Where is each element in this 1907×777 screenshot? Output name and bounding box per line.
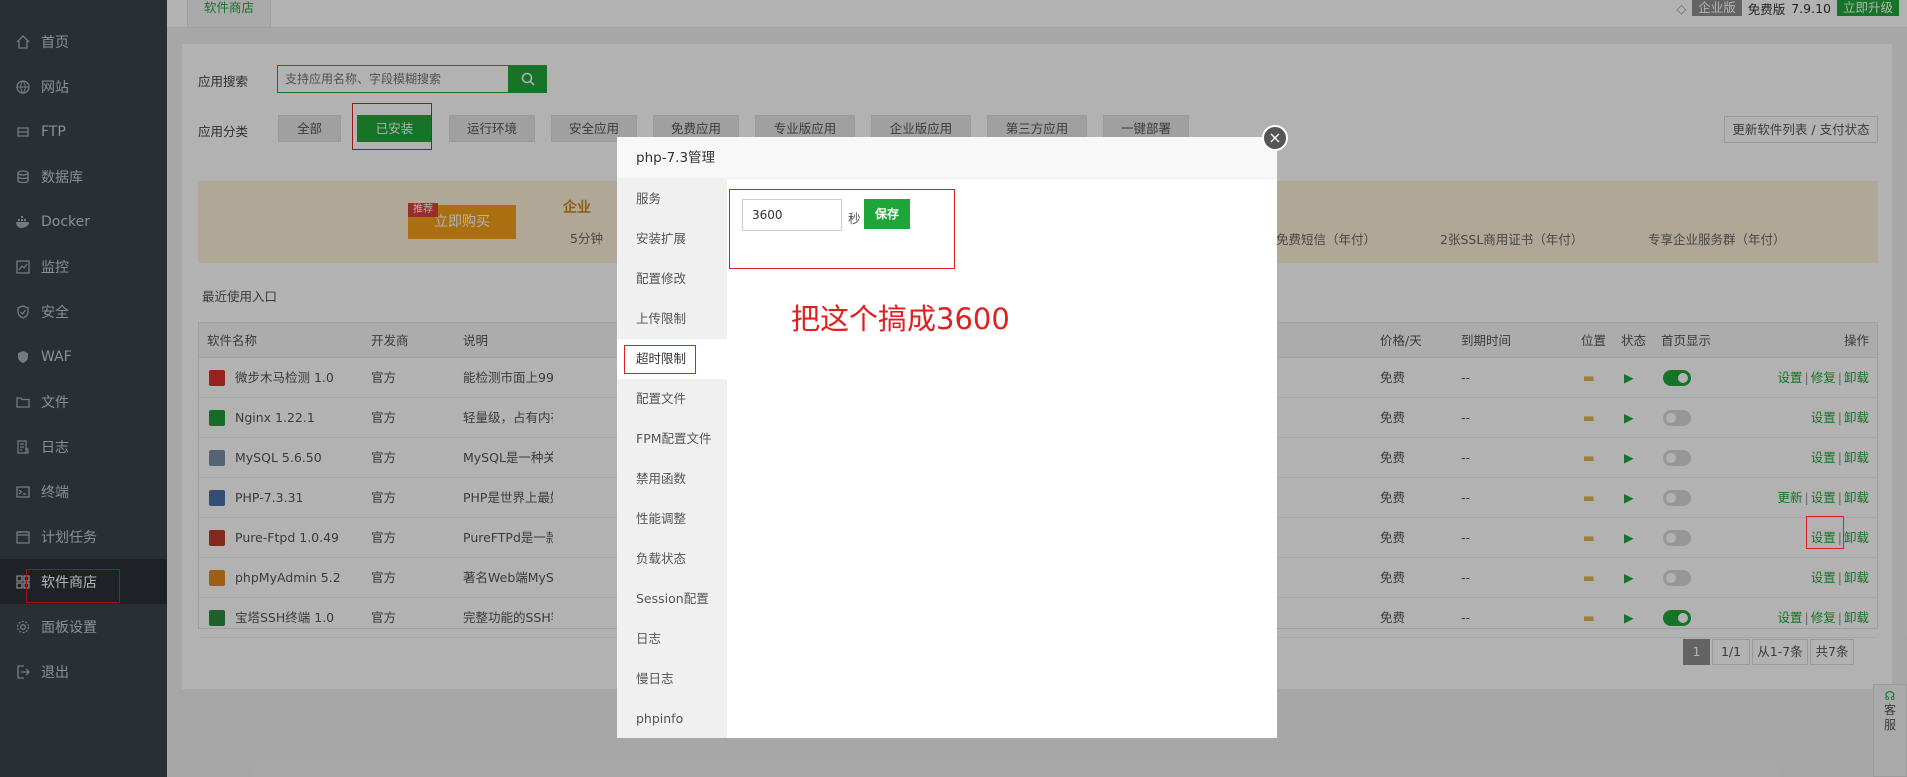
- modal-menu-item[interactable]: 性能调整: [617, 499, 727, 539]
- modal-menu-item[interactable]: 超时限制: [617, 339, 727, 379]
- modal-menu-item[interactable]: 服务: [617, 179, 727, 219]
- modal-menu-item[interactable]: 安装扩展: [617, 219, 727, 259]
- modal-menu-item[interactable]: FPM配置文件: [617, 419, 727, 459]
- modal-menu-item[interactable]: 负载状态: [617, 539, 727, 579]
- save-button[interactable]: 保存: [864, 199, 910, 229]
- php-manage-modal: php-7.3管理 服务 安装扩展 配置修改 上传限制 超时限制 配置文件 FPM配置文件禁…: [617, 137, 1277, 738]
- modal-menu-item[interactable]: 慢日志: [617, 659, 727, 699]
- modal-menu: 服务 安装扩展 配置修改 上传限制 超时限制 配置文件 FPM配置文件 禁用函数 性能调整 负载状…: [617, 179, 727, 738]
- modal-menu-item[interactable]: 上传限制: [617, 299, 727, 339]
- annotation-text: 把这个搞成3600: [791, 302, 1010, 336]
- timeout-input[interactable]: [742, 199, 842, 231]
- modal-menu-item[interactable]: 配置文件: [617, 379, 727, 419]
- modal-menu-item[interactable]: Session配置: [617, 579, 727, 619]
- modal-menu-item[interactable]: 日志: [617, 619, 727, 659]
- close-icon[interactable]: ×: [1262, 125, 1288, 151]
- modal-menu-item[interactable]: 禁用函数: [617, 459, 727, 499]
- modal-menu-item[interactable]: 配置修改: [617, 259, 727, 299]
- seconds-unit: 秒: [848, 211, 861, 226]
- modal-menu-item[interactable]: phpinfo: [617, 699, 727, 739]
- modal-title: php-7.3管理: [617, 137, 1277, 179]
